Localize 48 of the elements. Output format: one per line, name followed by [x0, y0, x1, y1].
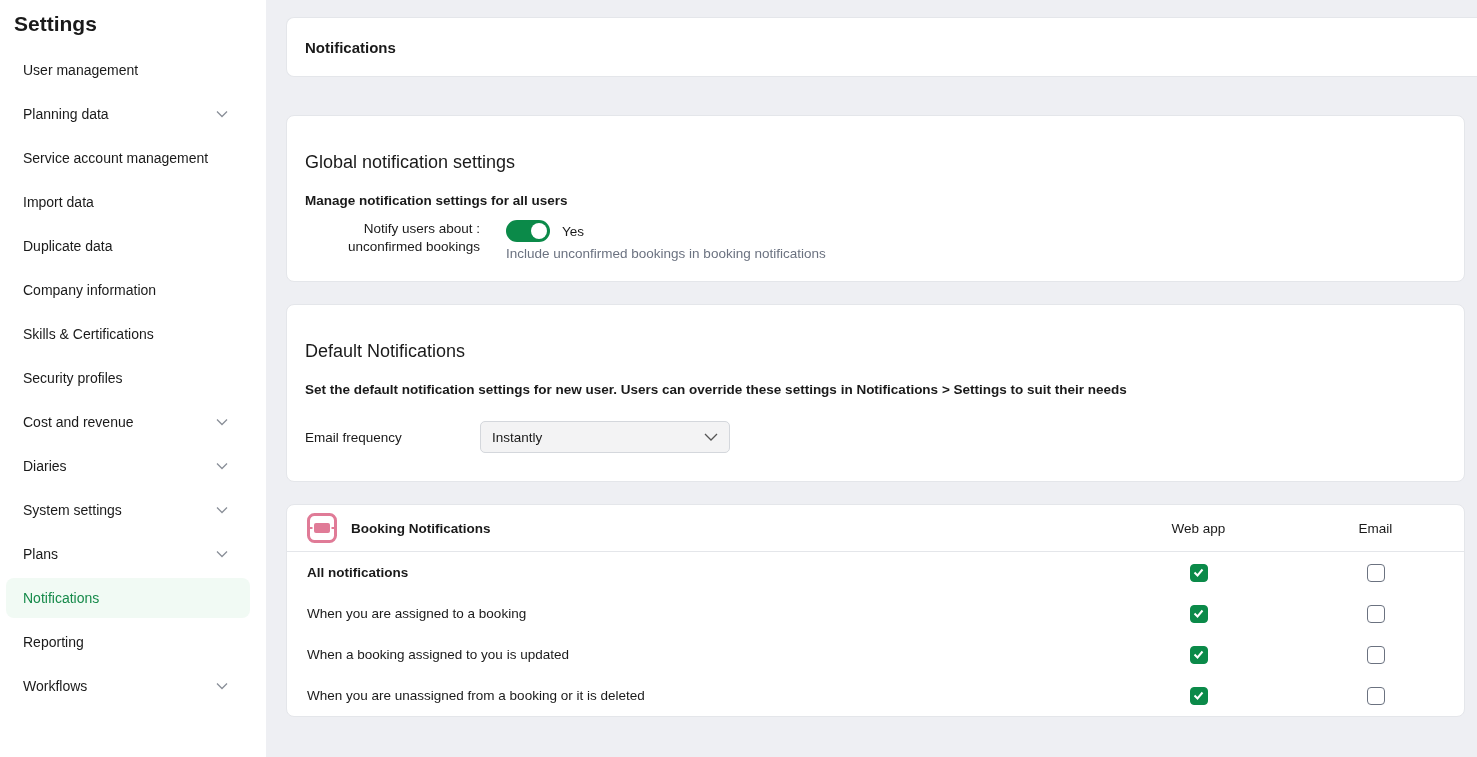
sidebar-item[interactable]: Skills & Certifications [6, 314, 250, 354]
sidebar-item[interactable]: Plans [6, 534, 250, 574]
sidebar-item[interactable]: User management [6, 50, 250, 90]
checkbox[interactable] [1189, 604, 1208, 623]
sidebar-item[interactable]: Planning data [6, 94, 250, 134]
sidebar-title: Settings [14, 12, 98, 36]
sidebar-item[interactable]: Duplicate data [6, 226, 250, 266]
checkmark-icon [1193, 568, 1204, 577]
page-title: Notifications [305, 38, 396, 56]
help-text: Include unconfirmed bookings in booking notifications [506, 246, 826, 261]
section-subtitle: Manage notification settings for all users [305, 193, 569, 208]
row-label: All notifications [307, 565, 410, 580]
row-label: When you are assigned to a booking [307, 606, 528, 621]
checkbox[interactable] [1366, 686, 1385, 705]
column-header: Web app [1170, 520, 1227, 536]
sidebar-item[interactable]: System settings [6, 490, 250, 530]
checkbox[interactable] [1189, 645, 1208, 664]
checkmark-icon [1193, 609, 1204, 618]
chevron-down-icon [704, 433, 718, 441]
sidebar-item[interactable]: Service account management [6, 138, 250, 178]
field-label: Email frequency [305, 429, 403, 445]
sidebar-item[interactable]: Notifications [6, 578, 250, 618]
section-title: Global notification settings [305, 152, 517, 173]
sidebar-item[interactable]: Security profiles [6, 358, 250, 398]
checkbox[interactable] [1366, 604, 1385, 623]
row-label: When you are unassigned from a booking or it is deleted [307, 688, 646, 703]
section-title: Default Notifications [305, 341, 467, 362]
toggle-switch[interactable] [506, 220, 550, 242]
sidebar-item[interactable]: Cost and revenue [6, 402, 250, 442]
column-header: Email [1357, 520, 1394, 536]
checkmark-icon [1193, 650, 1204, 659]
checkbox[interactable] [1189, 686, 1208, 705]
ticket-icon [307, 513, 337, 543]
checkbox[interactable] [1189, 563, 1208, 582]
toggle-value: Yes [562, 223, 585, 239]
checkbox[interactable] [1366, 563, 1385, 582]
table-title: Booking Notifications [351, 520, 491, 536]
sidebar-item[interactable]: Company information [6, 270, 250, 310]
toggle-label: Notify users about : unconfirmed bookings [346, 220, 480, 256]
checkbox[interactable] [1366, 645, 1385, 664]
sidebar-item[interactable]: Import data [6, 182, 250, 222]
sidebar-item[interactable]: Workflows [6, 666, 250, 706]
section-description: Set the default notification settings for new user. Users can override these settings in Notifications > Settings to suit their needs [305, 382, 1128, 397]
sidebar-item[interactable]: Diaries [6, 446, 250, 486]
email-frequency-dropdown[interactable]: Instantly [480, 421, 730, 453]
row-label: When a booking assigned to you is updated [307, 647, 570, 662]
sidebar-item[interactable]: Reporting [6, 622, 250, 662]
checkmark-icon [1193, 691, 1204, 700]
